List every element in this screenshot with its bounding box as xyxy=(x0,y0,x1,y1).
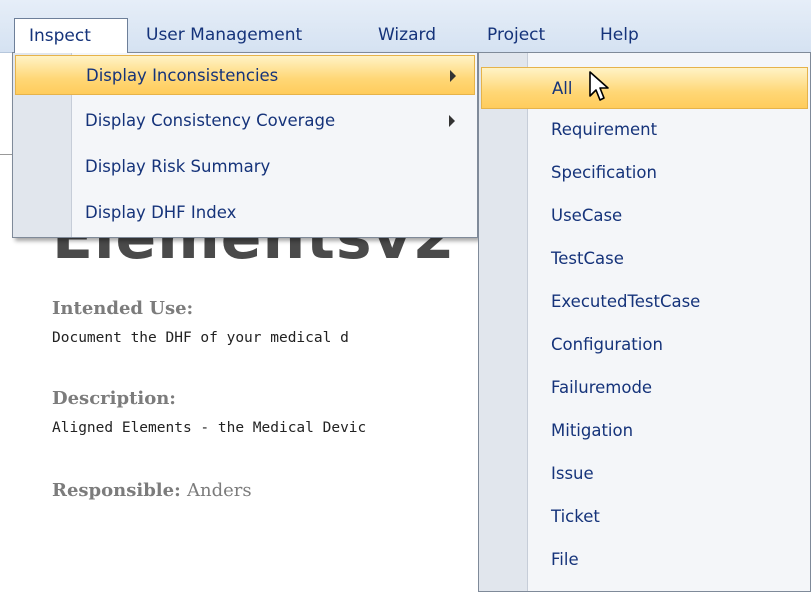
submenu-item-requirement[interactable]: Requirement xyxy=(481,109,808,151)
menu-project[interactable]: Project xyxy=(487,18,545,52)
menu-item-display-consistency-coverage[interactable]: Display Consistency Coverage xyxy=(15,101,475,141)
submenu-item-label: TestCase xyxy=(551,249,624,268)
description-text: Aligned Elements - the Medical Devic xyxy=(52,420,367,436)
menu-item-label: Display Inconsistencies xyxy=(86,66,279,85)
submenu-item-all[interactable]: All xyxy=(481,67,808,109)
inconsistencies-submenu: All Requirement Specification UseCase Te… xyxy=(478,52,811,592)
submenu-item-label: ExecutedTestCase xyxy=(551,292,701,311)
submenu-item-testcase[interactable]: TestCase xyxy=(481,238,808,280)
menu-item-label: Display DHF Index xyxy=(85,203,237,222)
submenu-item-label: Ticket xyxy=(551,507,600,526)
submenu-item-ticket[interactable]: Ticket xyxy=(481,496,808,538)
responsible-value: Anders xyxy=(187,480,252,501)
menu-item-label: Display Consistency Coverage xyxy=(85,111,336,130)
submenu-item-label: Requirement xyxy=(551,120,658,139)
submenu-item-file[interactable]: File xyxy=(481,539,808,581)
submenu-item-label: File xyxy=(551,550,579,569)
submenu-arrow-icon xyxy=(450,70,456,82)
menu-wizard[interactable]: Wizard xyxy=(378,18,436,52)
submenu-item-label: Configuration xyxy=(551,335,663,354)
mouse-cursor-icon xyxy=(589,71,609,101)
submenu-item-label: Specification xyxy=(551,163,657,182)
menu-bar: Inspect User Management Wizard Project H… xyxy=(0,0,811,53)
menu-item-display-inconsistencies[interactable]: Display Inconsistencies xyxy=(15,55,475,95)
menu-user-management[interactable]: User Management xyxy=(146,18,302,52)
intended-use-text: Document the DHF of your medical d xyxy=(52,330,349,346)
submenu-item-issue[interactable]: Issue xyxy=(481,453,808,495)
submenu-item-failuremode[interactable]: Failuremode xyxy=(481,367,808,409)
responsible-label: Responsible: xyxy=(52,480,181,501)
submenu-arrow-icon xyxy=(449,115,455,127)
responsible-row: Responsible: Anders xyxy=(52,480,252,501)
submenu-item-label: All xyxy=(552,79,573,98)
description-label: Description: xyxy=(52,388,176,409)
submenu-item-label: Failuremode xyxy=(551,378,653,397)
submenu-item-label: Mitigation xyxy=(551,421,634,440)
submenu-item-configuration[interactable]: Configuration xyxy=(481,324,808,366)
menu-item-display-risk-summary[interactable]: Display Risk Summary xyxy=(15,147,475,187)
submenu-item-specification[interactable]: Specification xyxy=(481,152,808,194)
menu-item-label: Display Risk Summary xyxy=(85,157,271,176)
menu-inspect[interactable]: Inspect xyxy=(14,18,128,53)
submenu-item-mitigation[interactable]: Mitigation xyxy=(481,410,808,452)
inspect-dropdown: Display Inconsistencies Display Consiste… xyxy=(12,52,478,238)
submenu-item-label: UseCase xyxy=(551,206,623,225)
intended-use-label: Intended Use: xyxy=(52,298,194,319)
submenu-item-label: Issue xyxy=(551,464,594,483)
submenu-item-executedtestcase[interactable]: ExecutedTestCase xyxy=(481,281,808,323)
menu-item-display-dhf-index[interactable]: Display DHF Index xyxy=(15,193,475,233)
menu-help[interactable]: Help xyxy=(600,18,639,52)
submenu-item-usecase[interactable]: UseCase xyxy=(481,195,808,237)
